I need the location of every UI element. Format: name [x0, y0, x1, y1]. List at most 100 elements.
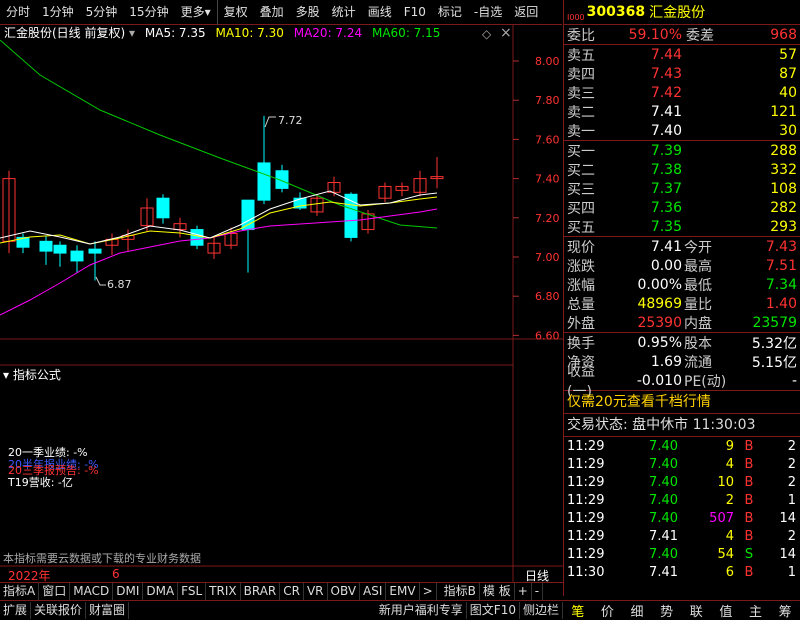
sidebar-button[interactable]: 侧边栏 [520, 602, 563, 619]
buy-row[interactable]: 买三 7.37 108 [564, 179, 800, 198]
detail-nav-tab[interactable]: 价 [601, 601, 614, 620]
fuquan-button[interactable]: 复权 [216, 0, 254, 25]
indicator-tab[interactable]: FSL [178, 583, 207, 600]
indicator-tab[interactable]: ASI [360, 583, 387, 600]
buy-row[interactable]: 买四 7.36 282 [564, 198, 800, 217]
tick-row: 11:29 7.40 10 B 2 [567, 474, 796, 490]
ind-line4: T19营收: -亿 [8, 476, 73, 489]
f10-text-button[interactable]: 图文F10 [467, 602, 520, 619]
stats-button[interactable]: 统计 [326, 0, 362, 25]
indicator-tab[interactable]: OBV [328, 583, 361, 600]
order-volume: 30 [779, 122, 797, 139]
ma-lines [0, 39, 438, 316]
sell-row[interactable]: 卖三 7.42 40 [564, 83, 800, 102]
order-price: 7.41 [650, 103, 682, 120]
tick-row: 11:29 7.40 9 B 2 [567, 438, 796, 454]
tab-15min[interactable]: 15分钟 [123, 0, 174, 25]
candle-body [70, 250, 84, 262]
overlay-button[interactable]: 叠加 [254, 0, 290, 25]
price-tick-label: 7.20 [535, 212, 560, 225]
price-tick-label: 7.40 [535, 173, 560, 186]
indicator-tab[interactable]: CR [280, 583, 304, 600]
weibi-row: 委比 59.10% 委差 968 [567, 26, 797, 44]
back-button[interactable]: 返回 [508, 0, 544, 25]
indicator-tab[interactable]: 指标B [441, 583, 480, 600]
sell-row[interactable]: 卖一 7.40 30 [564, 121, 800, 140]
detail-nav-tab[interactable]: 筹 [779, 601, 792, 620]
indicator-tab[interactable]: + [515, 583, 532, 600]
detail-nav-tab[interactable]: 联 [690, 601, 703, 620]
stat-row: 涨跌 0.00 最高 7.51 [567, 257, 797, 275]
indicator-tab[interactable]: MACD [70, 583, 114, 600]
order-level: 买三 [567, 181, 595, 198]
quote-header: I000 300368 汇金股份 [564, 0, 800, 25]
order-level: 卖三 [567, 85, 595, 102]
tab-1min[interactable]: 1分钟 [36, 0, 80, 25]
order-price: 7.42 [650, 84, 682, 101]
price-tick-label: 8.00 [535, 55, 560, 68]
price-tick-label: 7.60 [535, 133, 560, 146]
sell-row[interactable]: 卖五 7.44 57 [564, 45, 800, 64]
indicator-tab[interactable]: 窗口 [39, 583, 71, 600]
order-price: 7.38 [650, 161, 682, 178]
indicator-tab[interactable]: BRAR [241, 583, 281, 600]
tab-5min[interactable]: 5分钟 [80, 0, 124, 25]
ext-button[interactable]: 扩展 [0, 602, 32, 619]
indicator-tab[interactable]: 指标A [0, 583, 40, 600]
multi-stock-button[interactable]: 多股 [290, 0, 326, 25]
indicator-tab[interactable]: - [532, 583, 544, 600]
buy-row[interactable]: 买一 7.39 288 [564, 141, 800, 160]
stat-row: 总量 48969 量比 1.40 [567, 295, 797, 313]
indicator-tab[interactable]: DMA [143, 583, 179, 600]
detail-nav-tab[interactable]: 势 [660, 601, 673, 620]
indicator-tab[interactable]: > [420, 583, 437, 600]
stat2-row: 收益(一) -0.010 PE(动) - [567, 363, 797, 400]
indicator-tab[interactable]: EMV [386, 583, 420, 600]
status-bar: 扩展 关联报价 财富圈 新用户福利专享 图文F10 侧边栏 笔价细势联值主筹 [0, 600, 800, 620]
detail-nav: 笔价细势联值主筹 [563, 601, 800, 620]
f10-button[interactable]: F10 [398, 0, 432, 25]
order-volume: 293 [770, 218, 797, 235]
buy-row[interactable]: 买五 7.35 293 [564, 217, 800, 236]
order-volume: 288 [770, 142, 797, 159]
candle-body [88, 248, 102, 254]
order-level: 买五 [567, 219, 595, 236]
indicator-tab[interactable]: DMI [113, 583, 144, 600]
related-quote-button[interactable]: 关联报价 [31, 602, 87, 619]
order-volume: 108 [770, 180, 797, 197]
wealth-circle-button[interactable]: 财富圈 [86, 602, 130, 619]
tick-row: 11:29 7.40 2 B 1 [567, 492, 796, 508]
ma20-line [0, 208, 438, 316]
stock-code: 300368 [586, 4, 646, 20]
price-ticks: 8.00 7.80 7.60 7.40 7.20 7.00 6.80 6.60 [513, 55, 560, 342]
period-toolbar: 分时 1分钟 5分钟 15分钟 更多▾ 复权 叠加 多股 统计 画线 F10 标… [0, 0, 562, 25]
draw-line-button[interactable]: 画线 [362, 0, 398, 25]
candle-body [156, 197, 170, 219]
high-marker-line [264, 116, 276, 128]
stat-row: 外盘 25390 内盘 23579 [567, 314, 797, 332]
high-marker: 7.72 [278, 114, 303, 127]
indicator-tab[interactable]: 模 板 [480, 583, 515, 600]
indicator-tab[interactable]: VR [304, 583, 328, 600]
order-volume: 40 [779, 84, 797, 101]
sell-row[interactable]: 卖二 7.41 121 [564, 102, 800, 121]
indicator-tab[interactable]: TRIX [206, 583, 241, 600]
detail-nav-tab[interactable]: 值 [719, 601, 732, 620]
buy-row[interactable]: 买二 7.38 332 [564, 160, 800, 179]
watchlist-button[interactable]: -自选 [468, 0, 508, 25]
order-volume: 87 [779, 65, 797, 82]
detail-nav-tab[interactable]: 主 [749, 601, 762, 620]
quote-stats2: 换手 0.95% 股本 5.32亿 净资 1.69 流通 5.15亿 收益(一) -0.010 PE… [564, 333, 800, 400]
mark-button[interactable]: 标记 [432, 0, 468, 25]
tab-fenshi[interactable]: 分时 [0, 0, 36, 25]
indicator-header[interactable]: ▾ 指标公式 [3, 366, 61, 383]
promo-link[interactable]: 仅需20元查看千档行情 [564, 391, 800, 413]
more-button[interactable]: 更多▾ [175, 0, 217, 25]
detail-nav-tab[interactable]: 细 [631, 601, 644, 620]
new-user-button[interactable]: 新用户福利专享 [376, 602, 467, 619]
detail-nav-tab[interactable]: 笔 [571, 601, 584, 620]
order-level: 买四 [567, 200, 595, 217]
sell-row[interactable]: 卖四 7.43 87 [564, 64, 800, 83]
indicator-tabs: 指标A 窗口 MACD DMI DMA FSL TRIX BRAR CR VR OBV ASI EMV >… [0, 582, 563, 600]
candle-body [53, 244, 67, 254]
